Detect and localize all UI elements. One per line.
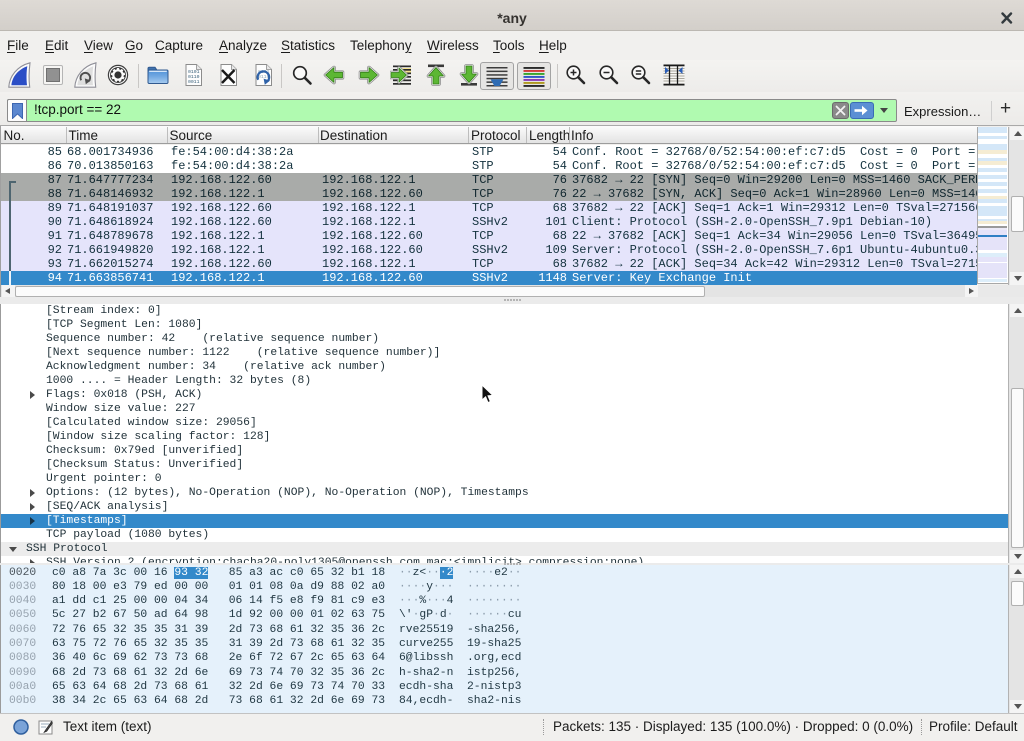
svg-text:0011: 0011	[188, 79, 200, 85]
